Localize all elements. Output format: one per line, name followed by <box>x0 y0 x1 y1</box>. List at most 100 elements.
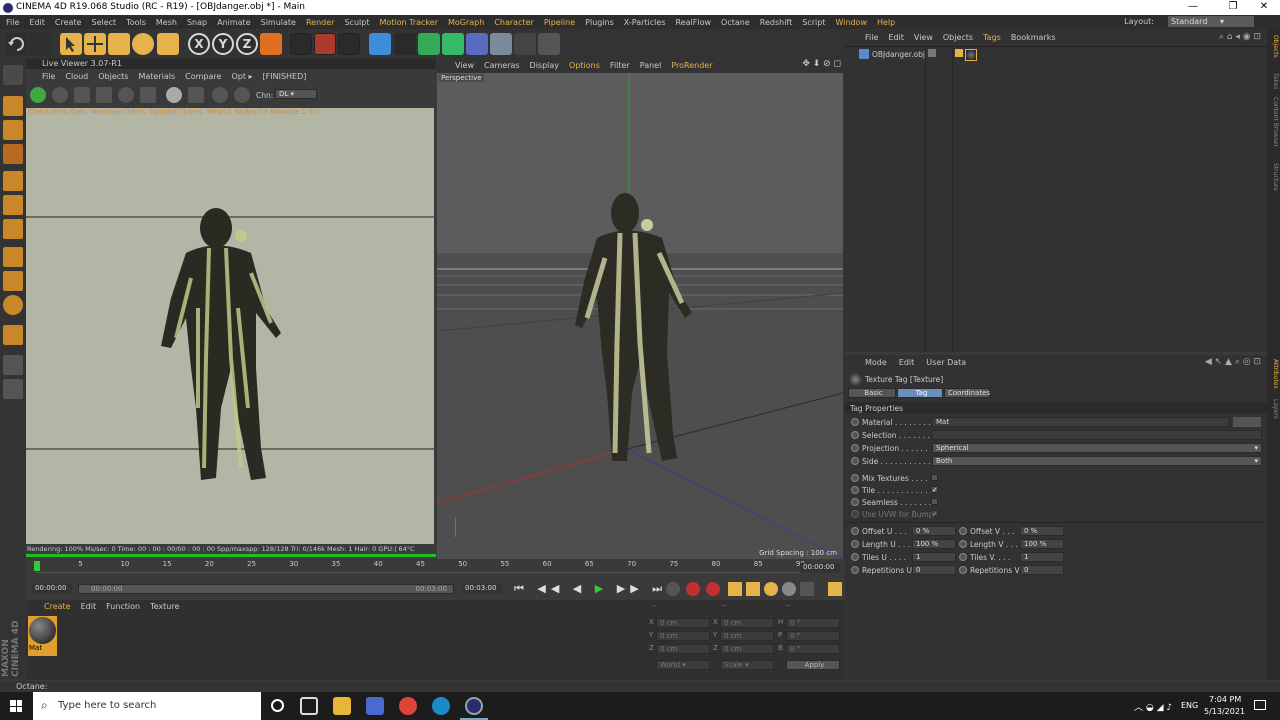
clock-time[interactable]: 7:04 PM <box>1209 695 1241 704</box>
coord-size-field[interactable]: 0 cm <box>720 618 774 628</box>
tab-objects[interactable]: Objects <box>1268 35 1279 58</box>
side-select[interactable]: Both ▾ <box>932 456 1262 466</box>
material-menu-create[interactable]: Create <box>44 602 71 611</box>
texture-tag-icon[interactable] <box>965 49 977 61</box>
live-viewer-render[interactable] <box>26 108 434 544</box>
camera-button[interactable] <box>514 33 536 55</box>
visibility-toggle-icon[interactable] <box>928 49 936 57</box>
menu-tools[interactable]: Tools <box>126 18 146 27</box>
attribute-nav-icons[interactable]: ◀ ↖ ▲ ⌕ ◎ ⊡ <box>1205 357 1261 367</box>
live-viewer-menu-item[interactable]: Objects <box>98 72 128 81</box>
points-mode-button[interactable] <box>3 171 23 191</box>
coordinate-system-button[interactable] <box>260 33 282 55</box>
menu-help[interactable]: Help <box>877 18 895 27</box>
length-u-anim-icon[interactable] <box>851 540 859 548</box>
object-menu-tags[interactable]: Tags <box>983 33 1001 42</box>
notifications-icon[interactable] <box>1254 700 1266 710</box>
object-menu-view[interactable]: View <box>914 33 933 42</box>
seamless-checkbox[interactable] <box>931 498 938 505</box>
perspective-viewport[interactable]: Perspective Grid Spacing : 100 cm <box>437 73 843 559</box>
z-axis-lock-button[interactable]: Z <box>236 33 258 55</box>
menu-window[interactable]: Window <box>835 18 867 27</box>
repetitions-u-field[interactable]: 0 <box>912 565 956 575</box>
axis-mode-button[interactable] <box>3 247 23 267</box>
region-render-icon[interactable] <box>96 87 112 103</box>
object-menu-objects[interactable]: Objects <box>943 33 973 42</box>
world-select[interactable]: World ▾ <box>656 660 710 670</box>
keyframe-selection-icon[interactable] <box>706 582 720 596</box>
move-tool-button[interactable] <box>84 33 106 55</box>
file-explorer-icon[interactable] <box>333 697 351 715</box>
lock-icon[interactable] <box>140 87 156 103</box>
edges-mode-button[interactable] <box>3 195 23 215</box>
workplane-mode-button[interactable] <box>3 144 23 164</box>
tab-structure[interactable]: Structure <box>1268 163 1279 191</box>
key-pla-icon[interactable] <box>800 582 814 596</box>
deformer-button[interactable] <box>466 33 488 55</box>
menu-realflow[interactable]: RealFlow <box>676 18 712 27</box>
selection-anim-icon[interactable] <box>851 431 859 439</box>
object-menu-file[interactable]: File <box>865 33 878 42</box>
cortana-icon[interactable] <box>271 699 284 712</box>
grid-button[interactable] <box>3 355 23 375</box>
channel-select[interactable]: DL ▾ <box>275 89 317 99</box>
length-v-anim-icon[interactable] <box>959 540 967 548</box>
viewport-nav-icons[interactable]: ✥ ⬇ ⊘ ◻ <box>802 59 841 69</box>
end-frame-field[interactable]: 00:00:00 <box>800 563 840 573</box>
environment-button[interactable] <box>490 33 512 55</box>
tab-basic[interactable]: Basic <box>848 388 896 398</box>
viewport-menu-cameras[interactable]: Cameras <box>484 61 520 70</box>
side-anim-icon[interactable] <box>851 457 859 465</box>
rotate-tool-button[interactable] <box>132 33 154 55</box>
offset-v-anim-icon[interactable] <box>959 527 967 535</box>
rep-v-anim-icon[interactable] <box>959 566 967 574</box>
pick-focus-icon[interactable] <box>212 87 228 103</box>
workplane-lock-button[interactable] <box>3 325 23 345</box>
offset-v-field[interactable]: 0 % <box>1020 526 1064 536</box>
menu-edit[interactable]: Edit <box>29 18 45 27</box>
scale-select[interactable]: Scale ▾ <box>720 660 774 670</box>
tab-tag[interactable]: Tag <box>897 388 943 398</box>
clock-date[interactable]: 5/13/2021 <box>1204 707 1245 716</box>
key-scale-icon[interactable] <box>746 582 760 596</box>
menu-snap[interactable]: Snap <box>187 18 207 27</box>
layout-select[interactable]: Standard ▾ <box>1168 16 1254 27</box>
menu-simulate[interactable]: Simulate <box>261 18 296 27</box>
tab-takes[interactable]: Takes <box>1268 73 1279 89</box>
material-menu-texture[interactable]: Texture <box>150 602 179 611</box>
select-tool-button[interactable] <box>60 33 82 55</box>
menu-create[interactable]: Create <box>55 18 82 27</box>
play-icon[interactable]: ▶ <box>595 582 608 595</box>
scale-tool-button[interactable] <box>108 33 130 55</box>
material-ball-icon[interactable] <box>166 87 182 103</box>
menu-mesh[interactable]: Mesh <box>156 18 177 27</box>
material-anim-icon[interactable] <box>851 418 859 426</box>
playhead[interactable] <box>34 561 40 571</box>
menu-redshift[interactable]: Redshift <box>760 18 792 27</box>
tiles-u-field[interactable]: 1 <box>912 552 956 562</box>
store-icon[interactable] <box>366 697 384 715</box>
tab-attributes[interactable]: Attributes <box>1268 359 1279 389</box>
live-viewer-menu-item[interactable]: Compare <box>185 72 221 81</box>
layout-selector[interactable]: Layout: Standard ▾ <box>1124 16 1264 27</box>
material-thumbnail[interactable]: Mat <box>28 616 57 656</box>
minimize-button[interactable]: — <box>1186 1 1200 12</box>
edge-icon[interactable] <box>432 697 450 715</box>
windows-start-icon[interactable] <box>10 700 22 712</box>
start-render-icon[interactable] <box>30 87 46 103</box>
viewport-menu-options[interactable]: Options <box>569 61 600 70</box>
viewport-menu-display[interactable]: Display <box>530 61 560 70</box>
viewport-menu-filter[interactable]: Filter <box>610 61 630 70</box>
tiles-v-field[interactable]: 1 <box>1020 552 1064 562</box>
key-rotation-icon[interactable] <box>764 582 778 596</box>
undo-button[interactable] <box>5 33 27 55</box>
cube-object-button[interactable] <box>369 33 391 55</box>
tray-icons[interactable]: ︿ ◒ ◢ ♪ <box>1134 700 1172 713</box>
menu-file[interactable]: File <box>6 18 19 27</box>
projection-select[interactable]: Spherical ▾ <box>932 443 1262 453</box>
autokey-icon[interactable] <box>686 582 700 596</box>
object-menu-bookmarks[interactable]: Bookmarks <box>1011 33 1056 42</box>
soft-selection-button[interactable] <box>3 379 23 399</box>
object-name[interactable]: OBJdanger.obj <box>872 50 925 59</box>
current-time-field[interactable]: 00:00:00 <box>32 584 72 594</box>
